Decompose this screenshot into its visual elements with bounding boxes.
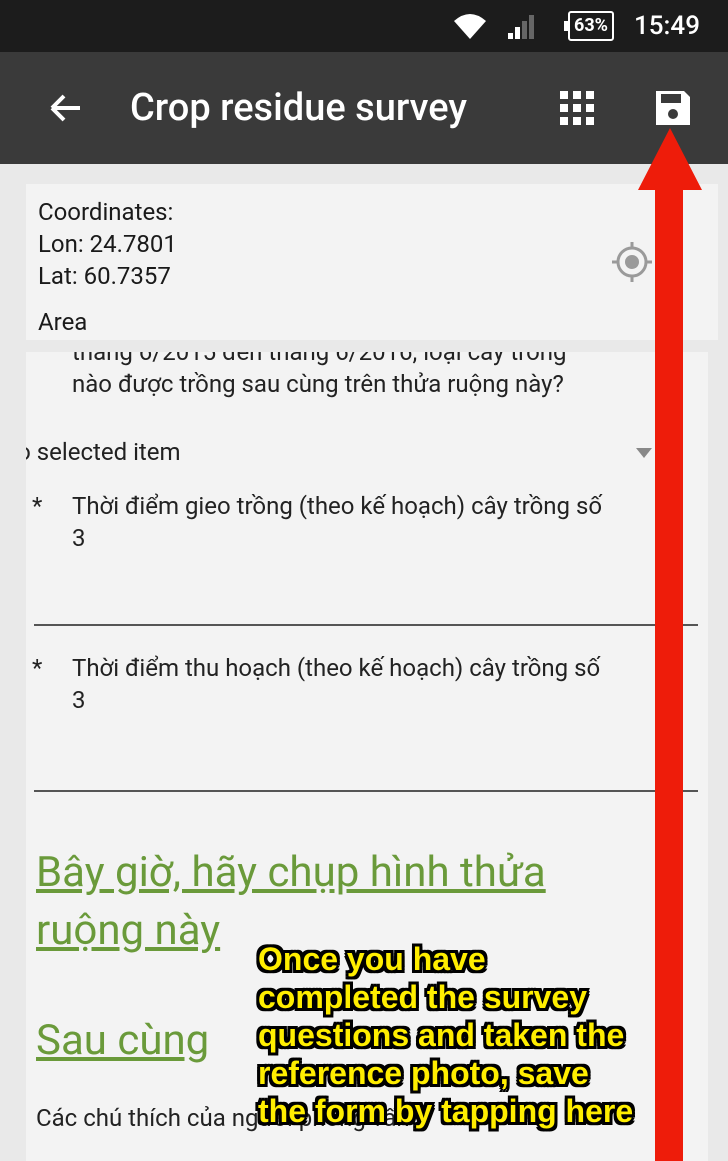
annotation-line-1: Once you have: [258, 941, 486, 977]
back-button[interactable]: [48, 52, 84, 164]
app-toolbar: Crop residue survey: [0, 52, 728, 164]
annotation-note: Once you have completed the survey quest…: [258, 940, 633, 1130]
clock: 15:49: [634, 11, 700, 41]
final-section-heading[interactable]: Sau cùng: [36, 1012, 209, 1070]
save-icon: [656, 91, 690, 125]
question-line-2: nào được trồng sau cùng trên thửa ruộng …: [72, 370, 564, 398]
annotation-line-4: reference photo, save: [258, 1055, 589, 1091]
planting-date-input[interactable]: [34, 624, 698, 626]
page-title: Crop residue survey: [130, 86, 467, 130]
question-line-1: tháng 6/2015 đến tháng 6/2016, loại cây …: [72, 352, 567, 366]
annotation-line-3: questions and taken the: [258, 1017, 625, 1053]
crop-select[interactable]: No selected item: [26, 438, 660, 474]
area-label: Area: [38, 308, 88, 336]
back-arrow-icon: [50, 94, 80, 122]
grid-icon: [560, 91, 594, 125]
battery-level: 63%: [564, 11, 614, 41]
coordinates-panel: Coordinates: Lon: 24.7801 Lat: 60.7357 A…: [26, 184, 718, 340]
coordinates-heading: Coordinates:: [38, 198, 174, 226]
harvest-label-line1: Thời điểm thu hoạch (theo kế hoạch) cây …: [72, 654, 601, 682]
required-marker: *: [32, 492, 43, 520]
required-marker: *: [32, 654, 43, 682]
longitude-value: Lon: 24.7801: [38, 230, 177, 258]
gps-target-icon[interactable]: [610, 240, 654, 288]
status-bar: 63% 15:49: [0, 0, 728, 52]
battery-indicator: 63%: [564, 0, 614, 52]
dropdown-arrow-icon: [636, 448, 652, 458]
planting-label-line1: Thời điểm gieo trồng (theo kế hoạch) cây…: [72, 492, 603, 520]
annotation-arrow-head: [638, 128, 702, 190]
signal-icon: [506, 0, 536, 52]
wifi-icon: [452, 0, 488, 52]
planting-label-line2: 3: [72, 524, 86, 552]
harvest-date-input[interactable]: [34, 790, 698, 792]
harvest-label-line2: 3: [72, 686, 86, 714]
annotation-arrow-shaft: [655, 185, 683, 1161]
annotation-line-5: the form by tapping here: [258, 1093, 634, 1129]
annotation-line-2: completed the survey: [258, 979, 587, 1015]
select-value: No selected item: [26, 438, 181, 466]
question-text: tháng 6/2015 đến tháng 6/2016, loại cây …: [72, 352, 567, 400]
photo-heading-line1: Bây giờ, hãy chụp hình thửa: [36, 848, 546, 897]
grid-menu-button[interactable]: [560, 52, 594, 164]
latitude-value: Lat: 60.7357: [38, 262, 171, 290]
